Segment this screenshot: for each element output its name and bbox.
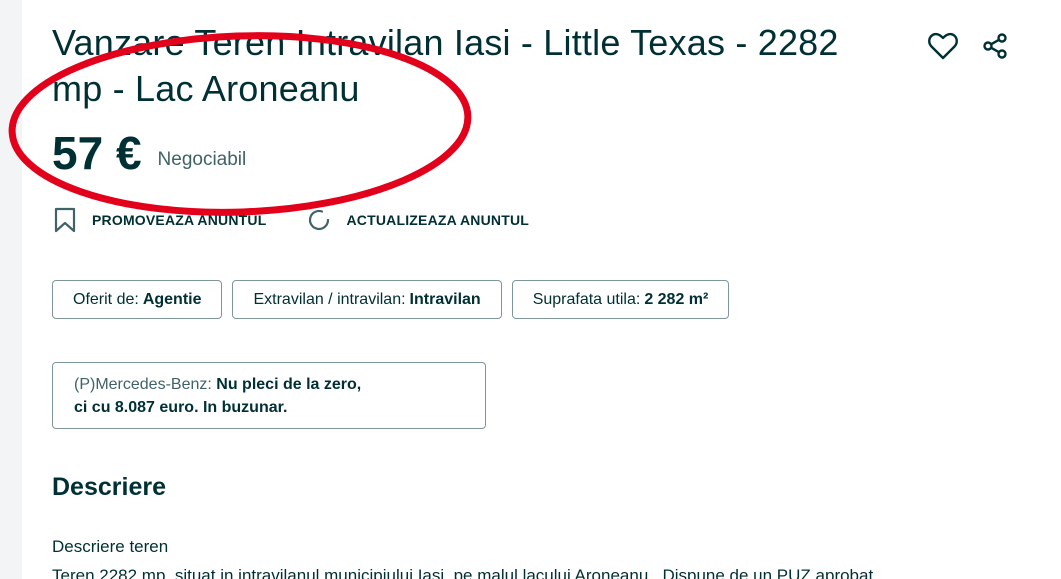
description-text: Teren 2282 mp, situat in intravilanul mu… [52,566,874,579]
refresh-button[interactable]: ACTUALIZEAZA ANUNTUL [306,207,529,233]
ad-line2: ci cu 8.087 euro. In buzunar. [74,399,288,416]
negotiable-label: Negociabil [157,149,247,170]
ad-brand: (P)Mercedes-Benz: [74,376,212,393]
chip-label: Suprafata utila: [532,290,641,308]
description-subtitle: Descriere teren [52,537,169,556]
chip-surface: Suprafata utila: 2 282 m² [511,280,730,319]
chip-zoning: Extravilan / intravilan: Intravilan [232,280,502,319]
chip-label: Oferit de: [73,290,139,308]
ad-line1: Nu pleci de la zero, [216,376,362,393]
refresh-label: ACTUALIZEAZA ANUNTUL [346,212,530,228]
description-heading: Descriere [52,473,166,501]
price: 57 € [52,127,142,179]
chip-offered-by: Oferit de: Agentie [52,280,223,319]
listing-title: Vanzare Teren Intravilan Iasi - Little T… [52,22,839,109]
share-button[interactable] [979,30,1011,62]
listing-actions: PROMOVEAZA ANUNTUL ACTUALIZEAZA ANUNTUL [52,207,529,233]
share-icon [983,33,1007,59]
promote-button[interactable]: PROMOVEAZA ANUNTUL [52,207,266,233]
chip-value: 2 282 m² [644,290,709,308]
title-actions [927,30,1011,62]
promote-label: PROMOVEAZA ANUNTUL [92,212,267,228]
parameter-chips: Oferit de: Agentie Extravilan / intravil… [52,280,730,319]
chip-value: Intravilan [409,290,481,308]
price-row: 57 € Negociabil [52,124,246,182]
heart-icon [928,32,958,60]
refresh-icon [309,209,330,231]
chip-value: Agentie [142,290,202,308]
listing-card: Vanzare Teren Intravilan Iasi - Little T… [22,0,1061,579]
chip-label: Extravilan / intravilan: [253,290,406,308]
favorite-button[interactable] [927,30,959,62]
sponsored-ad[interactable]: (P)Mercedes-Benz: Nu pleci de la zero, c… [52,362,486,429]
bookmark-icon [54,207,76,233]
